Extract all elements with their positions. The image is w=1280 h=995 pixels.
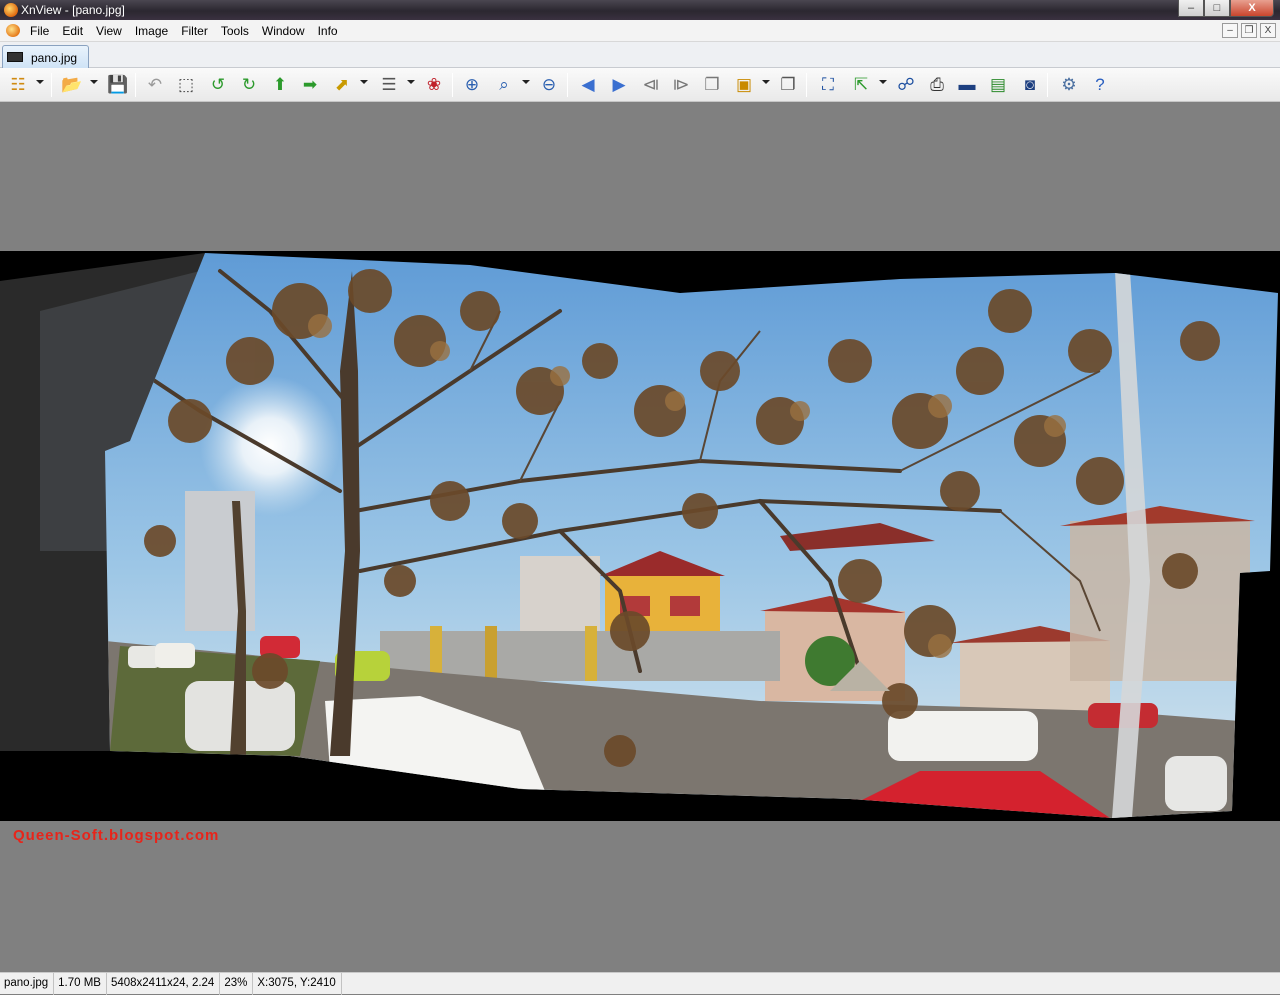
dropdown-arrow-icon[interactable] [36, 80, 44, 84]
tab-bar: pano.jpg [0, 42, 1280, 68]
status-dimensions: 5408x2411x24, 2.24 [107, 973, 221, 995]
scan-icon[interactable]: ▬ [955, 73, 979, 97]
mdi-close-button[interactable]: X [1260, 23, 1276, 38]
browser-icon[interactable]: ☷ [6, 73, 30, 97]
settings-icon[interactable]: ⚙ [1057, 73, 1081, 97]
menu-image[interactable]: Image [135, 24, 168, 38]
menu-edit[interactable]: Edit [62, 24, 83, 38]
panorama-image-graphic [0, 251, 1280, 821]
window-controls: – □ X [1178, 0, 1274, 17]
main-toolbar: ☷ 📂 💾 ↶ ⬚ ↺ ↻ ⬆ ➡ ⬈ ☰ ❀ ⊕ ⌕ ⊖ ◀ ▶ ⧏ ⧐ ❐ ▣ ❐ ⛶ ⇱ ☍ ⎙ ▬ ▤ ◙ ⚙? [0, 68, 1280, 102]
toolbar-separator [51, 73, 52, 97]
slideshow-icon[interactable]: ▣ [732, 73, 756, 97]
xnview-app-icon[interactable] [4, 3, 18, 17]
status-filesize: 1.70 MB [54, 973, 107, 995]
toolbar-separator [452, 73, 453, 97]
toolbar-separator [567, 73, 568, 97]
copy-icon[interactable]: ❐ [700, 73, 724, 97]
menu-filter[interactable]: Filter [181, 24, 208, 38]
menu-file[interactable]: File [30, 24, 49, 38]
menu-view[interactable]: View [96, 24, 122, 38]
capture-icon[interactable]: ❐ [776, 73, 800, 97]
wallpaper-icon[interactable]: ▤ [986, 73, 1010, 97]
undo-icon[interactable]: ↶ [143, 73, 167, 97]
document-menu-icon[interactable] [6, 24, 20, 37]
toolbar-separator [1047, 73, 1048, 97]
status-bar: pano.jpg 1.70 MB 5408x2411x24, 2.24 23% … [0, 972, 1280, 995]
previous-icon[interactable]: ◀ [576, 73, 600, 97]
mdi-minimize-button[interactable]: – [1222, 23, 1238, 38]
menu-window[interactable]: Window [262, 24, 305, 38]
adjust-icon[interactable]: ☰ [377, 73, 401, 97]
menu-tools[interactable]: Tools [221, 24, 249, 38]
flip-right-icon[interactable]: ➡ [298, 73, 322, 97]
zoom-out-icon[interactable]: ⊖ [537, 73, 561, 97]
camera-icon[interactable]: ◙ [1018, 73, 1042, 97]
panorama-image [0, 251, 1280, 821]
maximize-button[interactable]: □ [1204, 0, 1230, 17]
fullscreen-icon[interactable]: ⛶ [816, 73, 840, 97]
next-icon[interactable]: ▶ [607, 73, 631, 97]
first-icon[interactable]: ⧏ [639, 73, 663, 97]
image-viewer[interactable]: Queen-Soft.blogspot.com [0, 103, 1280, 971]
last-icon[interactable]: ⧐ [669, 73, 693, 97]
save-icon[interactable]: 💾 [106, 73, 130, 97]
zoom-icon[interactable]: ⌕ [492, 73, 516, 97]
dropdown-arrow-icon[interactable] [762, 80, 770, 84]
crop-icon[interactable]: ⬚ [174, 73, 198, 97]
export-icon[interactable]: ⇱ [849, 73, 873, 97]
watermark-text: Queen-Soft.blogspot.com [13, 827, 220, 844]
print-icon[interactable]: ⎙ [925, 73, 949, 97]
help-icon[interactable]: ? [1088, 73, 1112, 97]
flip-up-icon[interactable]: ⬆ [268, 73, 292, 97]
rotate-left-icon[interactable]: ↺ [206, 73, 230, 97]
status-filename: pano.jpg [0, 973, 55, 995]
dropdown-arrow-icon[interactable] [360, 80, 368, 84]
status-zoom: 23% [220, 973, 254, 995]
transform-icon[interactable]: ⬈ [330, 73, 354, 97]
menu-info[interactable]: Info [318, 24, 338, 38]
toolbar-separator [135, 73, 136, 97]
red-eye-icon[interactable]: ❀ [422, 73, 446, 97]
dropdown-arrow-icon[interactable] [522, 80, 530, 84]
open-folder-icon[interactable]: 📂 [60, 73, 84, 97]
mdi-restore-button[interactable]: ❐ [1241, 23, 1257, 38]
zoom-in-icon[interactable]: ⊕ [460, 73, 484, 97]
tab-pano-jpg[interactable]: pano.jpg [2, 45, 89, 68]
menu-bar: File Edit View Image Filter Tools Window Info –… [0, 20, 1280, 42]
minimize-button[interactable]: – [1178, 0, 1204, 17]
image-thumbnail-icon [7, 52, 23, 62]
dropdown-arrow-icon[interactable] [879, 80, 887, 84]
find-icon[interactable]: ☍ [894, 73, 918, 97]
menu-list: File Edit View Image Filter Tools Window Info [30, 24, 351, 38]
close-button[interactable]: X [1230, 0, 1274, 17]
status-cursor-position: X:3075, Y:2410 [253, 973, 342, 995]
tab-label: pano.jpg [31, 51, 78, 65]
mdi-window-controls: – ❐ X [1222, 23, 1276, 38]
dropdown-arrow-icon[interactable] [407, 80, 415, 84]
title-bar: XnView - [pano.jpg] – □ X [0, 0, 1280, 20]
rotate-right-icon[interactable]: ↻ [237, 73, 261, 97]
dropdown-arrow-icon[interactable] [90, 80, 98, 84]
window-title: XnView - [pano.jpg] [21, 3, 125, 17]
toolbar-separator [806, 73, 807, 97]
